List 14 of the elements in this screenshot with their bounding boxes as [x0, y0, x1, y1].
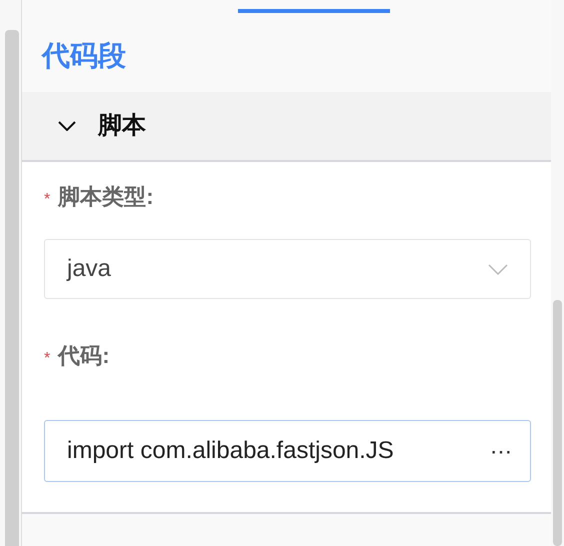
chevron-down-icon[interactable] — [58, 121, 76, 131]
code-field[interactable]: import com.alibaba.fastjson.JS ⋯ — [44, 420, 531, 482]
section-title: 脚本 — [98, 111, 146, 141]
required-mark: * — [44, 191, 50, 208]
required-mark: * — [44, 350, 50, 367]
select-field[interactable]: java — [44, 239, 531, 299]
more-button[interactable]: ⋯ — [490, 434, 512, 468]
scrollbar-thumb[interactable] — [553, 300, 562, 546]
chevron-down-icon — [488, 264, 508, 274]
page-title: 代码段 — [40, 39, 127, 73]
scrollbar-thumb[interactable] — [5, 30, 19, 546]
section-header[interactable]: 脚本 — [22, 92, 551, 162]
field-label: 脚本类型: — [58, 184, 154, 209]
field-label: 代码: — [58, 343, 110, 368]
